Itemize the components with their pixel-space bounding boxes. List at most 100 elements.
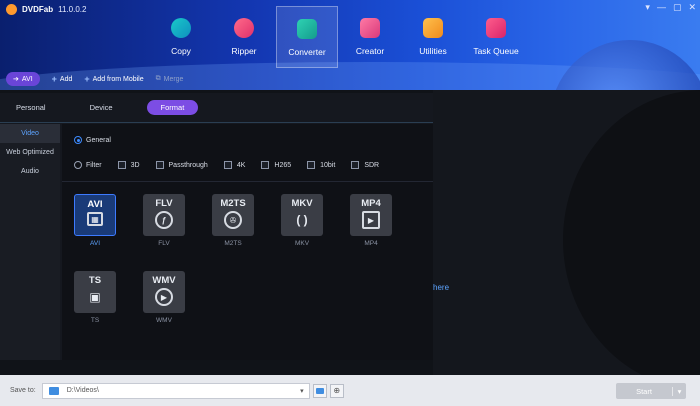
chevron-down-icon[interactable]: ▾ xyxy=(672,386,686,396)
camera-icon: ▣ xyxy=(89,290,101,304)
module-label: Task Queue xyxy=(473,46,519,56)
module-copy[interactable]: Copy xyxy=(150,6,212,68)
plus-icon: + xyxy=(84,74,90,84)
tab-personal[interactable]: Personal xyxy=(0,103,62,112)
checkbox[interactable] xyxy=(223,161,232,169)
add-mobile-label: Add from Mobile xyxy=(92,75,144,83)
module-label: Copy xyxy=(171,46,191,56)
module-task-queue[interactable]: Task Queue xyxy=(465,6,527,68)
format-tile: TS ▣ xyxy=(74,271,116,313)
general-radio[interactable] xyxy=(74,136,82,144)
creator-icon xyxy=(360,18,380,38)
format-caption: M2TS xyxy=(224,240,242,247)
check-label: 10bit xyxy=(320,161,336,169)
general-label: General xyxy=(86,136,111,144)
module-bar: Copy Ripper Converter Creator Utilities … xyxy=(150,6,528,68)
flash-icon: ƒ xyxy=(155,211,173,229)
filter-option[interactable]: Filter xyxy=(74,161,102,169)
minimize-icon[interactable]: — xyxy=(657,2,666,13)
maximize-icon[interactable]: ▢ xyxy=(673,2,682,13)
save-to-label: Save to: xyxy=(10,387,36,394)
checkbox[interactable] xyxy=(351,161,360,169)
arrow-right-icon: ➔ xyxy=(13,76,19,83)
format-tile: WMV ▶ xyxy=(143,271,185,313)
sidebar-item-web-optimized[interactable]: Web Optimized xyxy=(0,143,60,162)
format-content: General Filter 3D Passthrough 4K H265 10… xyxy=(62,124,433,360)
format-caption: MKV xyxy=(294,240,310,247)
module-utilities[interactable]: Utilities xyxy=(402,6,464,68)
filter-label: Filter xyxy=(86,161,102,169)
add-here-link[interactable]: here xyxy=(433,283,449,292)
format-flv[interactable]: FLV ƒ FLV xyxy=(143,194,185,247)
start-label: Start xyxy=(636,386,652,396)
app-window: DVDFab 11.0.0.2 ▾ — ▢ ✕ Copy Ripper Conv… xyxy=(0,0,700,406)
module-ripper[interactable]: Ripper xyxy=(213,6,275,68)
format-tile: MP4 ▶ xyxy=(350,194,392,236)
browse-folder-button[interactable] xyxy=(312,383,327,398)
close-icon[interactable]: ✕ xyxy=(688,2,696,13)
menu-icon[interactable]: ▾ xyxy=(645,2,650,13)
checkbox[interactable] xyxy=(307,161,316,169)
reel-icon: ✇ xyxy=(224,211,242,229)
start-button[interactable]: Start ▾ xyxy=(616,383,686,399)
format-mp4[interactable]: MP4 ▶ MP4 xyxy=(350,194,392,247)
module-converter[interactable]: Converter xyxy=(276,6,338,68)
format-caption: WMV xyxy=(156,317,172,324)
profile-button[interactable]: ➔ AVI xyxy=(6,72,40,86)
checkbox[interactable] xyxy=(155,161,164,169)
divider xyxy=(62,181,433,182)
check-h265[interactable]: H265 xyxy=(261,161,291,169)
add-from-mobile-button[interactable]: + Add from Mobile xyxy=(84,74,143,84)
tab-format[interactable]: Format xyxy=(146,100,199,115)
check-3d[interactable]: 3D xyxy=(117,161,140,169)
check-label: 4K xyxy=(236,161,246,169)
sidebar-item-video[interactable]: Video xyxy=(0,124,60,143)
tab-device[interactable]: Device xyxy=(74,103,129,112)
format-avi[interactable]: AVI ▦ AVI xyxy=(74,194,116,247)
format-tile: M2TS ✇ xyxy=(212,194,254,236)
check-sdr[interactable]: SDR xyxy=(351,161,379,169)
format-mkv[interactable]: MKV ( ) MKV xyxy=(281,194,323,247)
save-path-field[interactable]: D:\Videos\ ▾ xyxy=(41,382,310,399)
format-m2ts[interactable]: M2TS ✇ M2TS xyxy=(212,194,254,247)
checkbox[interactable] xyxy=(261,161,270,169)
format-code: MP4 xyxy=(361,198,381,209)
add-button[interactable]: + Add xyxy=(52,74,73,84)
app-name: DVDFab xyxy=(22,5,54,14)
sidebar-item-audio[interactable]: Audio xyxy=(0,162,60,181)
format-caption: FLV xyxy=(158,240,170,247)
format-tile: AVI ▦ xyxy=(74,194,116,236)
toolbar: ➔ AVI + Add + Add from Mobile ⧉ Merge xyxy=(6,72,183,86)
check-10bit[interactable]: 10bit xyxy=(307,161,335,169)
checkbox[interactable] xyxy=(117,161,126,169)
play-icon: ▶ xyxy=(155,288,173,306)
general-option[interactable]: General xyxy=(74,136,111,144)
chevron-down-icon[interactable]: ▾ xyxy=(300,387,304,395)
module-creator[interactable]: Creator xyxy=(339,6,401,68)
format-wmv[interactable]: WMV ▶ WMV xyxy=(143,271,185,324)
format-code: TS xyxy=(88,275,102,286)
filter-radio[interactable] xyxy=(74,161,82,169)
module-label: Converter xyxy=(288,47,326,57)
format-ts[interactable]: TS ▣ TS xyxy=(74,271,116,324)
copy-icon xyxy=(171,18,191,38)
folder-icon xyxy=(48,386,59,395)
utilities-icon xyxy=(423,18,443,38)
task-queue-icon xyxy=(486,18,506,38)
merge-icon: ⧉ xyxy=(155,75,161,82)
format-tile: MKV ( ) xyxy=(281,194,323,236)
check-4k[interactable]: 4K xyxy=(223,161,246,169)
merge-button[interactable]: ⧉ Merge xyxy=(156,75,184,83)
app-logo: DVDFab 11.0.0.2 xyxy=(6,4,86,15)
play-icon: ▶ xyxy=(362,211,380,229)
module-label: Creator xyxy=(355,46,385,56)
format-code: FLV xyxy=(155,198,173,209)
format-caption: MP4 xyxy=(364,240,378,247)
format-caption: AVI xyxy=(90,240,100,247)
header: DVDFab 11.0.0.2 ▾ — ▢ ✕ Copy Ripper Conv… xyxy=(0,0,700,90)
folder-icon xyxy=(315,387,324,394)
check-passthrough[interactable]: Passthrough xyxy=(155,161,208,169)
globe-button[interactable]: ⊕ xyxy=(329,383,344,398)
profile-tabs: Personal Device Format xyxy=(0,93,433,123)
format-caption: TS xyxy=(90,317,100,324)
